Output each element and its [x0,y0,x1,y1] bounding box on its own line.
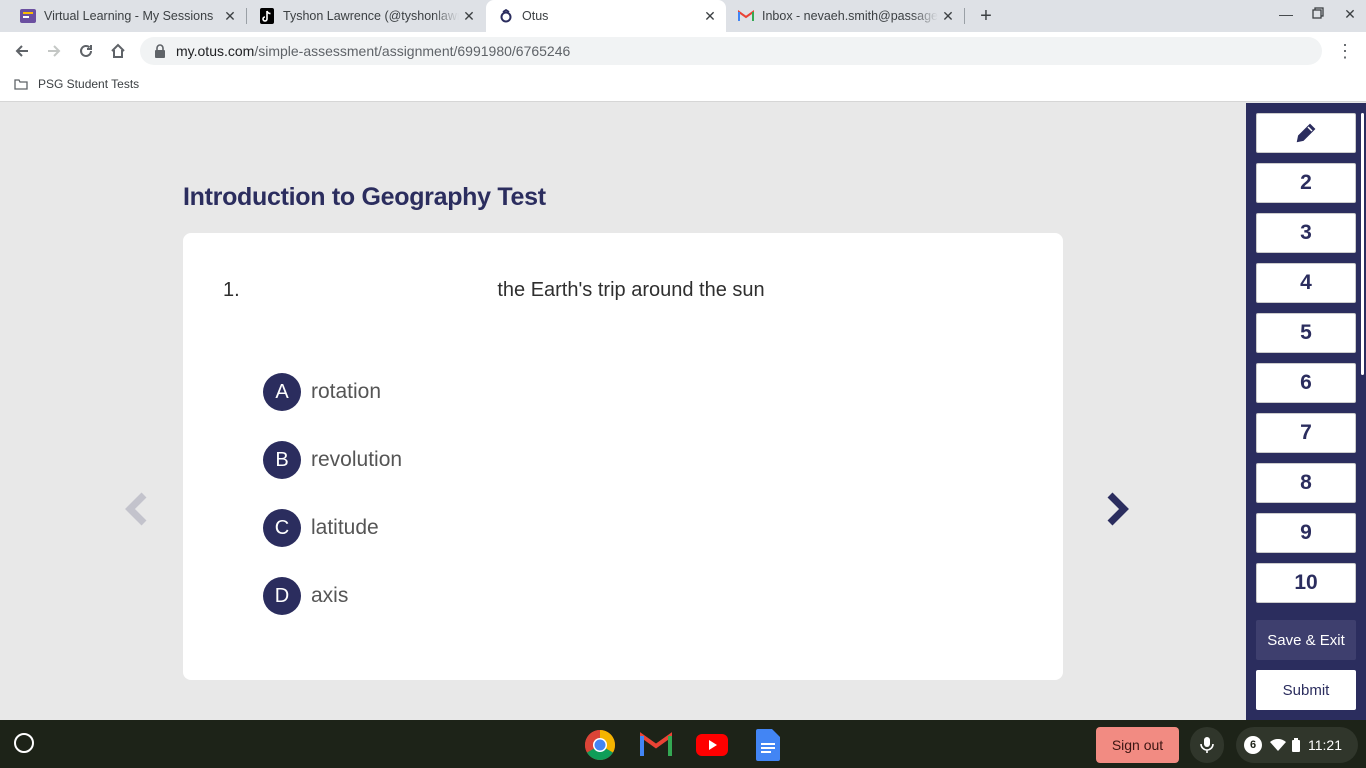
save-exit-button[interactable]: Save & Exit [1256,620,1356,660]
forward-icon[interactable] [44,41,64,61]
tab-title: Tyshon Lawrence (@tyshonlawrence [283,9,459,23]
reload-icon[interactable] [76,41,96,61]
virtual-learning-favicon-icon [20,8,36,24]
tab-title: Otus [522,9,549,23]
tab-gmail[interactable]: Inbox - nevaeh.smith@passages ✕ [726,0,964,32]
tab-title: Virtual Learning - My Sessions [44,9,214,23]
question-nav-button[interactable]: 9 [1256,513,1356,553]
previous-question-icon[interactable] [122,491,152,527]
tab-otus[interactable]: Otus ✕ [486,0,726,32]
question-nav-button[interactable]: 2 [1256,163,1356,203]
sign-out-button[interactable]: Sign out [1096,727,1179,763]
battery-icon [1292,738,1300,752]
answer-option-b[interactable]: B revolution [263,441,402,479]
answer-option-a[interactable]: A rotation [263,373,381,411]
youtube-icon[interactable] [695,728,729,762]
address-bar[interactable]: my.otus.com/simple-assessment/assignment… [140,37,1322,65]
minimize-icon[interactable]: — [1276,6,1296,22]
clock: 11:21 [1308,737,1342,753]
url-path: /simple-assessment/assignment/6991980/67… [254,43,571,59]
next-question-icon[interactable] [1102,491,1132,527]
launcher-icon[interactable] [14,733,34,753]
option-label: axis [311,584,349,607]
assessment-area: Introduction to Geography Test the Earth… [0,103,1246,720]
otus-favicon-icon [498,8,514,24]
sidebar-scrollbar[interactable] [1361,113,1364,375]
microphone-icon[interactable] [1190,727,1224,763]
question-number: 1. [223,279,240,301]
pencil-icon [1296,123,1316,143]
tab-strip: Virtual Learning - My Sessions ✕ Tyshon … [0,0,1366,32]
question-nav-button[interactable]: 6 [1256,363,1356,403]
gmail-favicon-icon [738,8,754,24]
wifi-icon [1270,739,1286,751]
home-icon[interactable] [108,41,128,61]
close-tab-icon[interactable]: ✕ [700,6,720,26]
notification-count: 6 [1244,736,1262,754]
tiktok-favicon-icon [259,8,275,24]
restore-icon[interactable] [1308,6,1328,22]
back-icon[interactable] [12,41,32,61]
new-tab-icon[interactable]: + [976,6,996,26]
chrome-icon[interactable] [583,728,617,762]
question-nav-button[interactable]: 4 [1256,263,1356,303]
bookmarks-bar: PSG Student Tests [0,70,1366,102]
status-tray[interactable]: 6 11:21 [1236,727,1358,763]
option-letter: C [263,509,301,547]
option-letter: B [263,441,301,479]
close-window-icon[interactable]: ✕ [1340,6,1360,23]
option-label: rotation [311,380,382,403]
question-nav-button[interactable]: 7 [1256,413,1356,453]
page-title: Introduction to Geography Test [183,183,546,211]
close-tab-icon[interactable]: ✕ [220,6,240,26]
folder-icon [14,78,28,90]
question-nav-button[interactable]: 10 [1256,563,1356,603]
question-card: the Earth's trip around the sun 1. A rot… [183,233,1063,680]
submit-button[interactable]: Submit [1256,670,1356,710]
close-tab-icon[interactable]: ✕ [459,6,479,26]
url-host: my.otus.com [176,43,255,59]
option-letter: A [263,373,301,411]
browser-menu-icon[interactable]: ⋮ [1336,41,1354,61]
bookmark-psg-student-tests[interactable]: PSG Student Tests [14,77,139,91]
answer-option-c[interactable]: C latitude [263,509,379,547]
gmail-app-icon[interactable] [639,728,673,762]
tab-divider [964,8,965,24]
option-letter: D [263,577,301,615]
question-nav-button[interactable]: 5 [1256,313,1356,353]
option-label: revolution [311,448,403,471]
question-nav-button[interactable]: 8 [1256,463,1356,503]
answer-option-d[interactable]: D axis [263,577,348,615]
bookmark-label: PSG Student Tests [38,77,140,91]
lock-icon [155,44,165,58]
option-label: latitude [311,516,379,539]
question-text: the Earth's trip around the sun [497,279,765,301]
google-docs-icon[interactable] [751,728,785,762]
close-tab-icon[interactable]: ✕ [938,6,958,26]
tab-title: Inbox - nevaeh.smith@passages [762,9,938,23]
question-nav-button[interactable]: 3 [1256,213,1356,253]
tab-tiktok[interactable]: Tyshon Lawrence (@tyshonlawrence ✕ [247,0,485,32]
question-1-pencil-button[interactable] [1256,113,1356,153]
tab-virtual-learning[interactable]: Virtual Learning - My Sessions ✕ [0,0,246,32]
